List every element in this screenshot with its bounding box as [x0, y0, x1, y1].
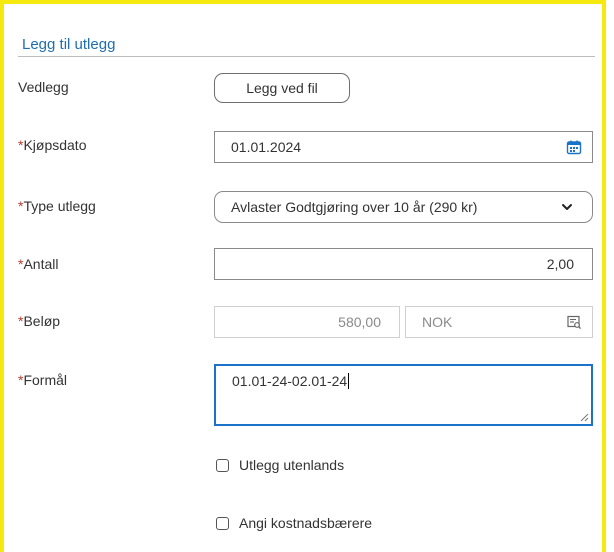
attach-file-button[interactable]: Legg ved fil — [214, 73, 350, 103]
attachment-label: Vedlegg — [18, 79, 69, 95]
expense-type-label: *Type utlegg — [18, 198, 96, 214]
calendar-icon[interactable] — [566, 139, 582, 155]
resize-grip-icon[interactable] — [579, 412, 589, 422]
currency-field[interactable]: NOK — [405, 306, 593, 338]
cost-carriers-checkbox-label: Angi kostnadsbærere — [239, 515, 373, 531]
purchase-date-field[interactable]: 01.01.2024 — [214, 131, 593, 163]
purpose-textarea[interactable]: 01.01-24-02.01-24 — [214, 364, 593, 426]
quantity-input[interactable]: 2,00 — [214, 248, 593, 280]
purchase-date-value: 01.01.2024 — [231, 139, 302, 155]
cost-carriers-checkbox[interactable] — [216, 516, 229, 530]
expense-type-value: Avlaster Godtgjøring over 10 år (290 kr) — [231, 199, 478, 215]
form-title: Legg til utlegg — [22, 36, 116, 53]
abroad-checkbox-row[interactable]: Utlegg utenlands — [216, 457, 344, 473]
abroad-checkbox[interactable] — [216, 458, 229, 472]
abroad-checkbox-label: Utlegg utenlands — [239, 457, 345, 473]
chevron-down-icon — [562, 204, 572, 210]
purpose-label: *Formål — [18, 372, 68, 388]
amount-field: 580,00 — [214, 306, 400, 338]
amount-value: 580,00 — [338, 314, 381, 330]
title-divider — [18, 56, 595, 57]
expense-type-select[interactable]: Avlaster Godtgjøring over 10 år (290 kr) — [214, 191, 593, 223]
quantity-value: 2,00 — [546, 256, 574, 272]
currency-value: NOK — [422, 314, 453, 330]
cost-carriers-checkbox-row[interactable]: Angi kostnadsbærere — [216, 515, 372, 531]
amount-label: *Beløp — [18, 313, 61, 329]
lookup-search-icon[interactable] — [566, 314, 582, 330]
purpose-value: 01.01-24-02.01-24 — [232, 373, 348, 389]
quantity-label: *Antall — [18, 256, 59, 272]
purchase-date-label: *Kjøpsdato — [18, 137, 87, 153]
text-caret — [348, 373, 350, 389]
